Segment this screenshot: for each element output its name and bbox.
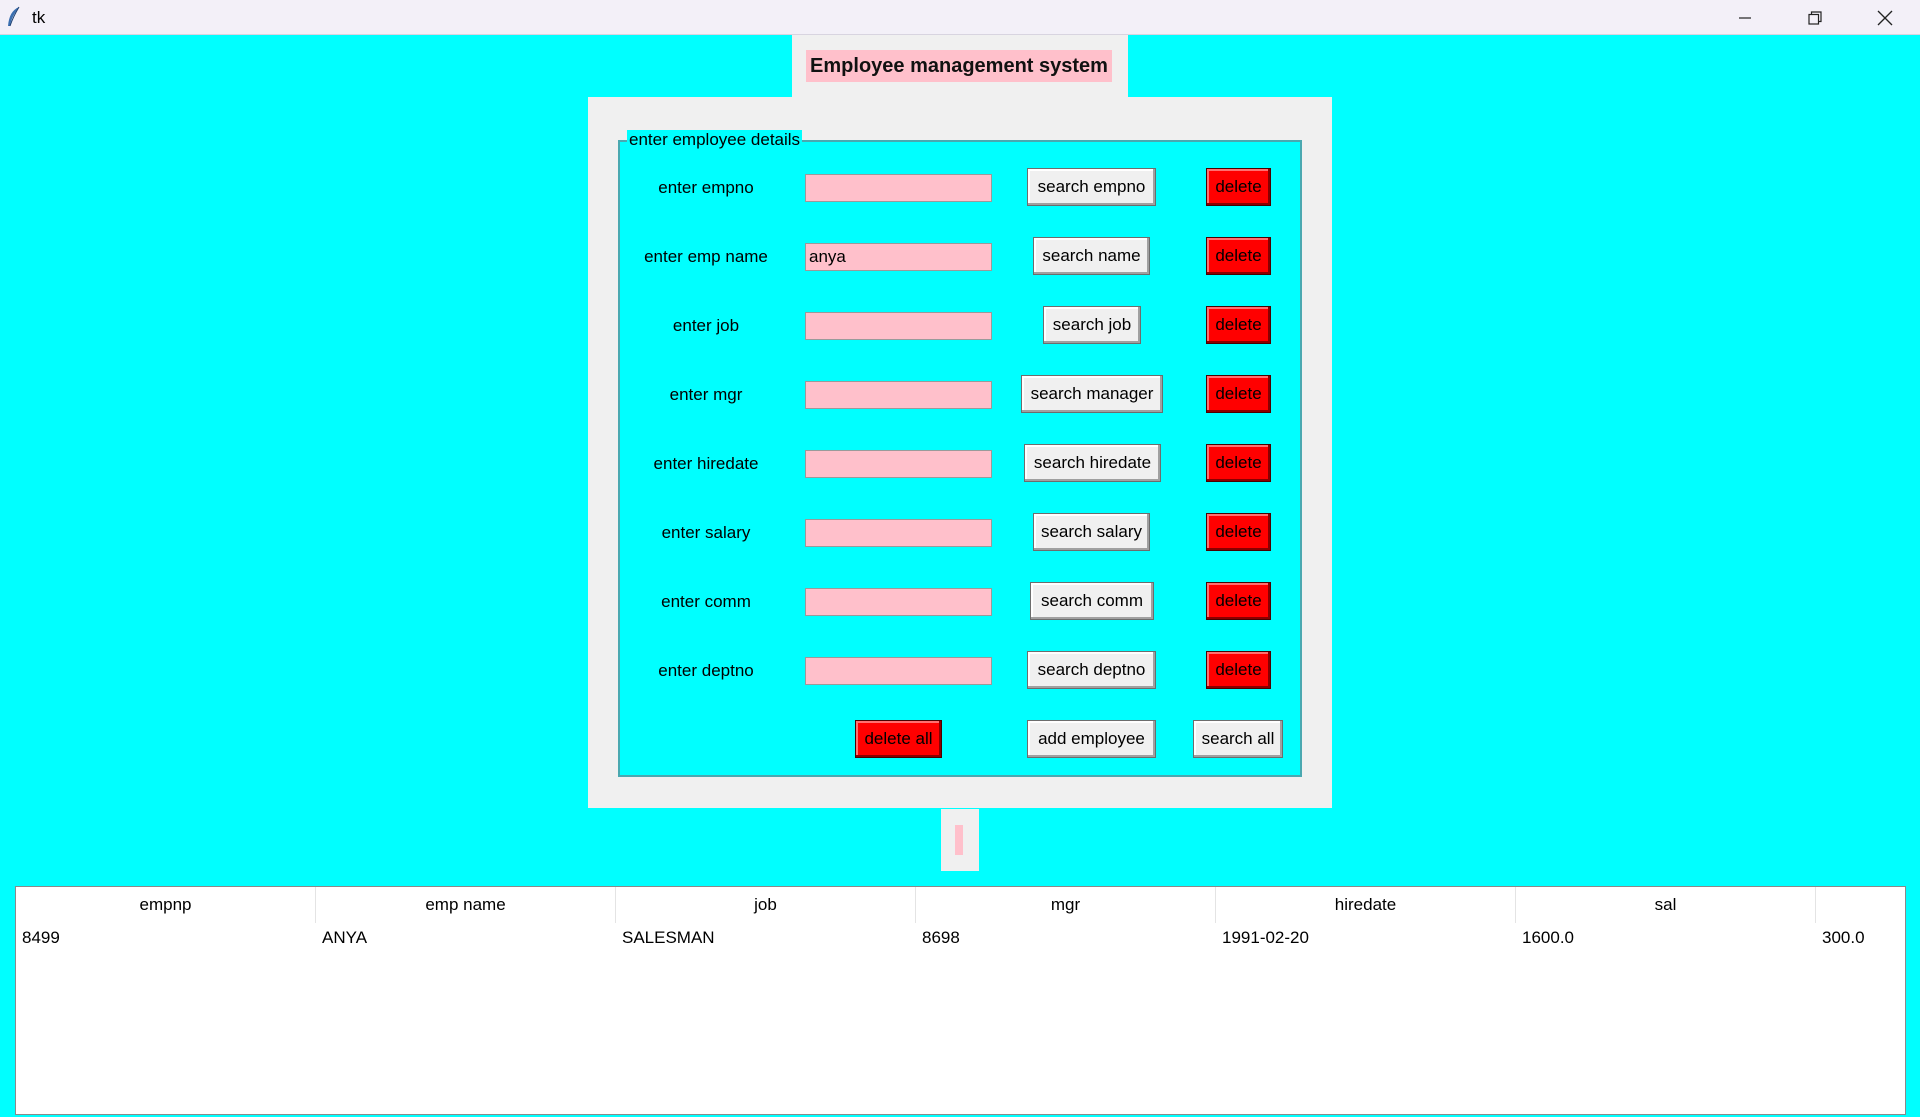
delete-name-button[interactable]: delete — [1206, 237, 1271, 275]
table-cell: 8698 — [922, 928, 960, 947]
search-hiredate-button[interactable]: search hiredate — [1024, 444, 1161, 482]
add-employee-button[interactable]: add employee — [1027, 720, 1156, 758]
minimize-icon — [1739, 16, 1751, 19]
deptno-input[interactable] — [805, 657, 992, 685]
delete-job-button[interactable]: delete — [1206, 306, 1271, 344]
empno-input[interactable] — [805, 174, 992, 202]
table-cell: 300.0 — [1822, 928, 1865, 947]
column-header[interactable]: hiredate — [1216, 887, 1516, 923]
label-salary: enter salary — [661, 523, 751, 542]
column-header[interactable] — [1816, 887, 1905, 923]
mini-frame — [941, 809, 979, 871]
window-titlebar: tk — [0, 0, 1920, 35]
label-deptno: enter deptno — [658, 661, 754, 680]
delete-deptno-button[interactable]: delete — [1206, 651, 1271, 689]
delete-empno-button[interactable]: delete — [1206, 168, 1271, 206]
table-cell: 8499 — [22, 928, 60, 947]
emp-name-input[interactable] — [805, 243, 992, 271]
search-name-button[interactable]: search name — [1033, 237, 1150, 275]
search-all-button[interactable]: search all — [1193, 720, 1283, 758]
column-header[interactable]: sal — [1516, 887, 1816, 923]
results-table[interactable]: empnp emp name job mgr hiredate sal 8499… — [15, 886, 1906, 1115]
header-frame: Employee management system — [792, 35, 1128, 97]
delete-mgr-button[interactable]: delete — [1206, 375, 1271, 413]
restore-button[interactable] — [1780, 0, 1850, 35]
page-title: Employee management system — [806, 50, 1112, 82]
close-icon — [1877, 10, 1893, 25]
search-deptno-button[interactable]: search deptno — [1027, 651, 1156, 689]
label-emp-name: enter emp name — [644, 247, 768, 266]
restore-icon — [1808, 10, 1822, 25]
column-header[interactable]: mgr — [916, 887, 1216, 923]
search-empno-button[interactable]: search empno — [1027, 168, 1156, 206]
table-cell: ANYA — [322, 928, 368, 947]
delete-hiredate-button[interactable]: delete — [1206, 444, 1271, 482]
delete-all-button[interactable]: delete all — [855, 720, 942, 758]
mgr-input[interactable] — [805, 381, 992, 409]
feather-icon — [8, 6, 20, 27]
search-salary-button[interactable]: search salary — [1033, 513, 1150, 551]
table-cell: 1991-02-20 — [1222, 928, 1309, 947]
mini-entry[interactable] — [955, 825, 963, 855]
minimize-button[interactable] — [1710, 0, 1780, 35]
label-comm: enter comm — [661, 592, 751, 611]
window-title: tk — [32, 8, 46, 27]
search-comm-button[interactable]: search comm — [1030, 582, 1154, 620]
column-header[interactable]: empnp — [16, 887, 316, 923]
close-button[interactable] — [1850, 0, 1920, 35]
search-job-button[interactable]: search job — [1043, 306, 1141, 344]
delete-comm-button[interactable]: delete — [1206, 582, 1271, 620]
group-legend: enter employee details — [627, 130, 803, 150]
table-cell: 1600.0 — [1522, 928, 1574, 947]
salary-input[interactable] — [805, 519, 992, 547]
label-job: enter job — [672, 316, 740, 335]
delete-salary-button[interactable]: delete — [1206, 513, 1271, 551]
label-empno: enter empno — [658, 178, 754, 197]
table-header: empnp emp name job mgr hiredate sal — [16, 887, 1905, 923]
table-row[interactable]: 8499 ANYA SALESMAN 8698 1991-02-20 1600.… — [16, 925, 1905, 951]
search-manager-button[interactable]: search manager — [1021, 375, 1163, 413]
hiredate-input[interactable] — [805, 450, 992, 478]
label-hiredate: enter hiredate — [653, 454, 759, 473]
comm-input[interactable] — [805, 588, 992, 616]
job-input[interactable] — [805, 312, 992, 340]
label-mgr: enter mgr — [669, 385, 743, 404]
column-header[interactable]: emp name — [316, 887, 616, 923]
column-header[interactable]: job — [616, 887, 916, 923]
table-cell: SALESMAN — [622, 928, 715, 947]
